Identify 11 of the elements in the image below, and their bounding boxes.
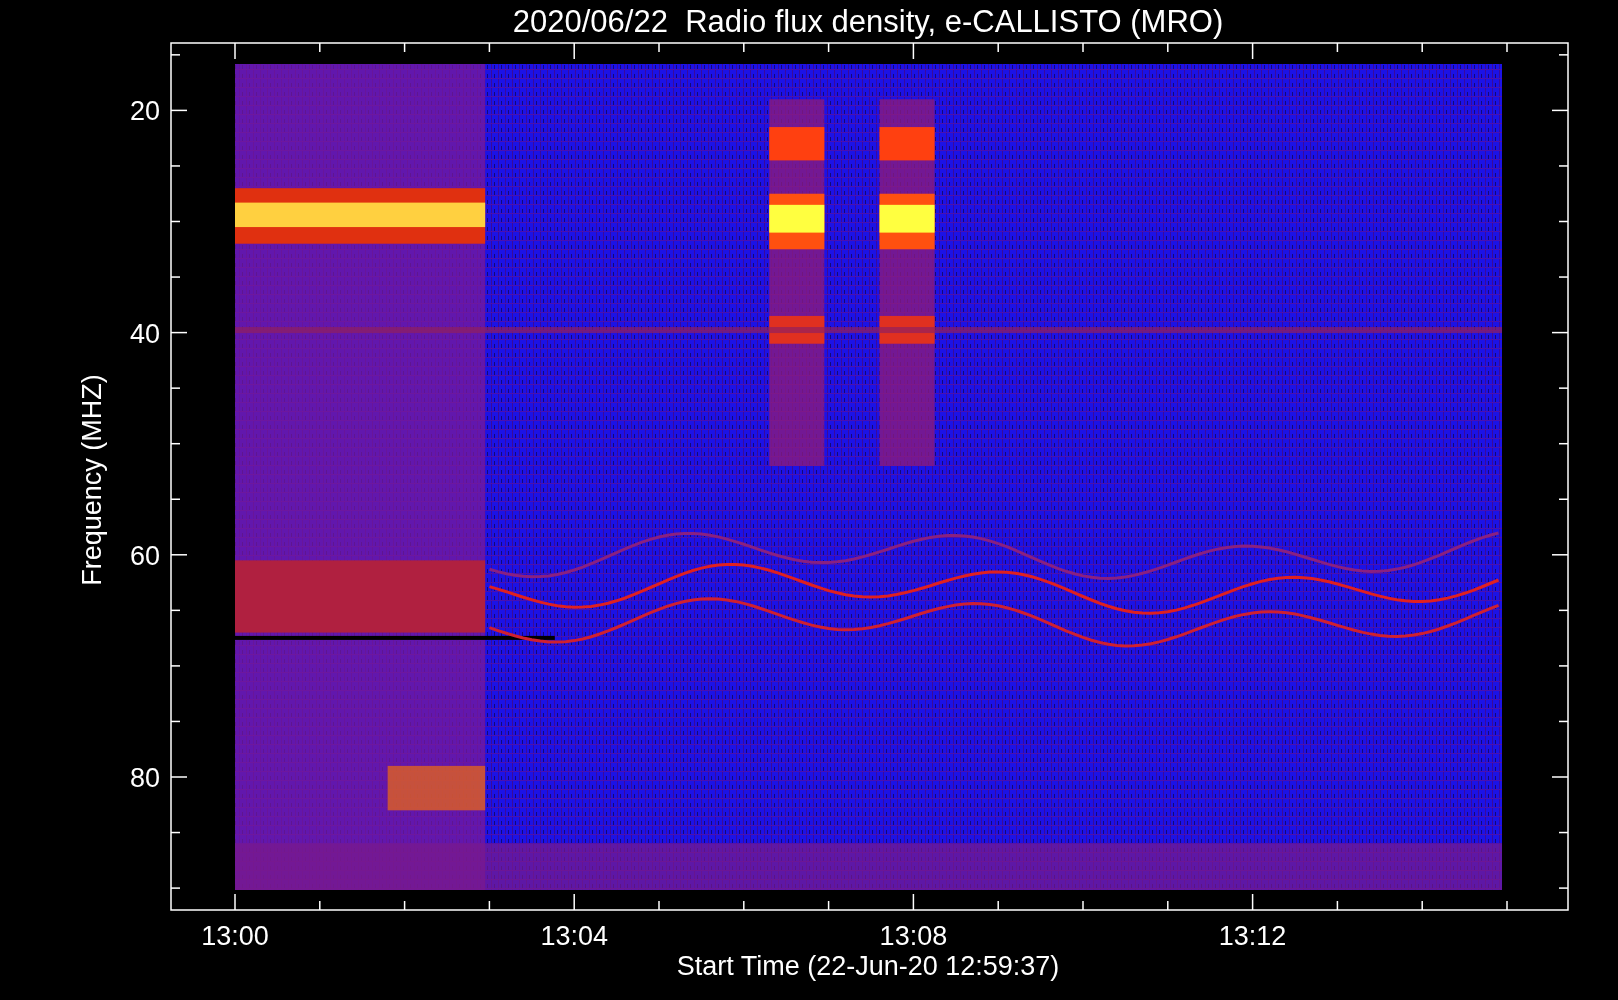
x-tick-label: 13:00 [201, 921, 269, 951]
y-tick-label: 20 [129, 96, 160, 127]
y-tick-label: 80 [129, 763, 160, 793]
chart-title: 2020/06/22 Radio flux density, e-CALLISTO (MRO) [512, 4, 1224, 39]
y-axis-label: Frequency (MHZ) [77, 374, 107, 586]
x-tick-label: 13:12 [1218, 921, 1287, 951]
y-tick-label: 60 [129, 540, 160, 571]
y-tick-label: 40 [129, 318, 160, 349]
x-tick-label: 13:04 [540, 921, 608, 951]
x-axis-label: Start Time (22-Jun-20 12:59:37) [676, 951, 1060, 981]
x-tick-label: 13:08 [879, 921, 948, 951]
